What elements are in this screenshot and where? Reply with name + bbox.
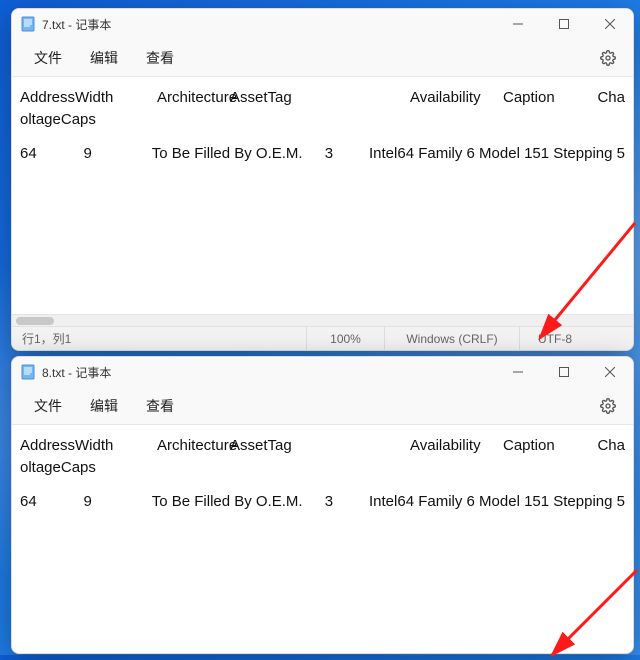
notepad-window-1: 7.txt - 记事本 文件 编辑 查看 AddressWidth Archit… (11, 8, 634, 351)
val-caption: Intel64 Family 6 Model 151 Stepping 5 (369, 491, 625, 513)
minimize-button[interactable] (495, 357, 541, 387)
val-availability: 3 (325, 143, 369, 165)
col-availability: Availability (410, 87, 503, 109)
col-caption: Caption (503, 87, 597, 109)
notepad-icon (20, 16, 36, 32)
col-addresswidth: AddressWidth (20, 87, 86, 109)
val-architecture: 9 (83, 143, 151, 165)
col-caption: Caption (503, 435, 597, 457)
val-assettag: To Be Filled By O.E.M. (152, 491, 325, 513)
horizontal-scrollbar[interactable] (12, 314, 633, 326)
text-content[interactable]: AddressWidth Architecture AssetTag Avail… (12, 425, 633, 653)
settings-button[interactable] (591, 41, 625, 75)
close-button[interactable] (587, 9, 633, 39)
status-zoom: 100% (306, 327, 384, 350)
menu-view[interactable]: 查看 (132, 390, 188, 422)
col-cha: Cha (597, 87, 625, 109)
col-architecture: Architecture (157, 435, 230, 457)
val-assettag: To Be Filled By O.E.M. (152, 143, 325, 165)
val-availability: 3 (325, 491, 369, 513)
window-title: 7.txt - 记事本 (42, 16, 111, 33)
header-row: AddressWidth Architecture AssetTag Avail… (20, 87, 625, 109)
maximize-button[interactable] (541, 357, 587, 387)
close-button[interactable] (587, 357, 633, 387)
menu-file[interactable]: 文件 (20, 42, 76, 74)
menu-edit[interactable]: 编辑 (76, 42, 132, 74)
data-row: 64 9 To Be Filled By O.E.M. 3 Intel64 Fa… (20, 491, 625, 513)
col-addresswidth: AddressWidth (20, 435, 86, 457)
menu-view[interactable]: 查看 (132, 42, 188, 74)
col-oltagecaps: oltageCaps (20, 111, 96, 128)
menu-file[interactable]: 文件 (20, 390, 76, 422)
status-line-ending: Windows (CRLF) (384, 327, 519, 350)
settings-button[interactable] (591, 389, 625, 423)
notepad-icon (20, 364, 36, 380)
val-addresswidth: 64 (20, 143, 83, 165)
col-assettag: AssetTag (230, 435, 410, 457)
scrollbar-thumb[interactable] (16, 317, 54, 325)
menubar: 文件 编辑 查看 (12, 39, 633, 77)
data-row: 64 9 To Be Filled By O.E.M. 3 Intel64 Fa… (20, 143, 625, 165)
menu-edit[interactable]: 编辑 (76, 390, 132, 422)
window-title: 8.txt - 记事本 (42, 364, 111, 381)
titlebar[interactable]: 7.txt - 记事本 (12, 9, 633, 39)
statusbar: 行1，列1 100% Windows (CRLF) UTF-8 (12, 326, 633, 350)
header-row-wrap: oltageCaps (20, 109, 625, 131)
notepad-window-2: 8.txt - 记事本 文件 编辑 查看 AddressWidth Archit… (11, 356, 634, 654)
val-architecture: 9 (83, 491, 151, 513)
col-cha: Cha (597, 435, 625, 457)
text-content[interactable]: AddressWidth Architecture AssetTag Avail… (12, 77, 633, 326)
status-encoding: UTF-8 (519, 327, 633, 350)
minimize-button[interactable] (495, 9, 541, 39)
col-oltagecaps: oltageCaps (20, 459, 96, 476)
col-assettag: AssetTag (230, 87, 410, 109)
val-addresswidth: 64 (20, 491, 83, 513)
status-line-col: 行1，列1 (12, 330, 306, 347)
col-architecture: Architecture (157, 87, 230, 109)
maximize-button[interactable] (541, 9, 587, 39)
header-row: AddressWidth Architecture AssetTag Avail… (20, 435, 625, 457)
menubar: 文件 编辑 查看 (12, 387, 633, 425)
header-row-wrap: oltageCaps (20, 457, 625, 479)
val-caption: Intel64 Family 6 Model 151 Stepping 5 (369, 143, 625, 165)
titlebar[interactable]: 8.txt - 记事本 (12, 357, 633, 387)
col-availability: Availability (410, 435, 503, 457)
